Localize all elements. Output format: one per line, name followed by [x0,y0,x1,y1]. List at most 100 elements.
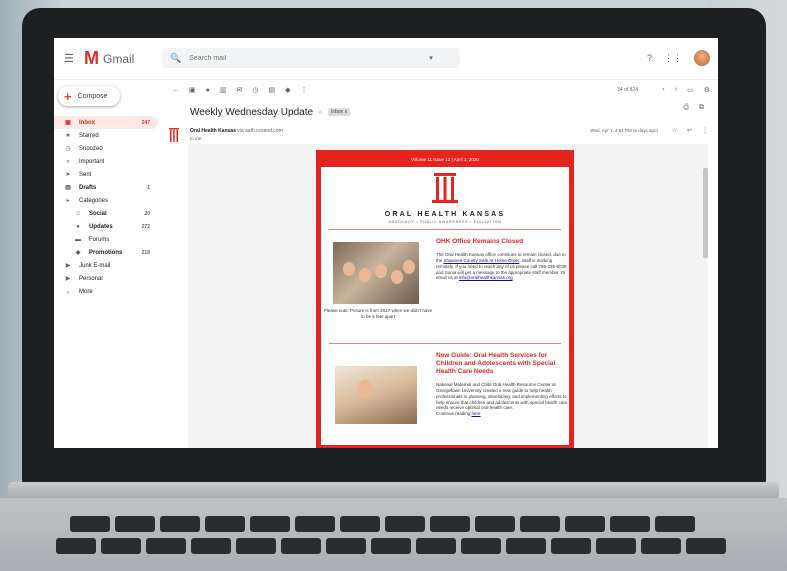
sidebar-item-social[interactable]: ☺ Social 20 [54,207,158,220]
staff-photo [333,242,419,304]
search-input[interactable] [189,54,430,62]
sidebar-item-more[interactable]: ⌄ More [54,285,158,298]
more-icon[interactable]: ⋮ [702,127,708,134]
open-new-window-icon[interactable]: ⧉ [699,104,704,112]
label-icon: ▸ [66,198,70,204]
sidebar-item-drafts[interactable]: ▤ Drafts 1 [54,181,158,194]
article-title: New Guide: Oral Health Services for Chil… [436,352,556,376]
article-new-guide: New Guide: Oral Health Services for Chil… [321,348,569,448]
sidebar-item-starred[interactable]: ★ Starred [54,129,158,142]
laptop-base [0,498,787,571]
delete-icon[interactable]: ▥ [220,86,227,94]
sidebar-item-personal[interactable]: ▶ Personal [54,272,158,285]
sidebar-item-label: Promotions [89,249,123,256]
print-icon[interactable]: ⎙ [683,104,689,112]
promotions-count: 218 [141,249,150,256]
article-text: National Maternal and Child Oral Health … [436,382,568,417]
sidebar-item-label: More [79,288,93,295]
sidebar-item-sent[interactable]: ➤ Sent [54,168,158,181]
chevron-down-icon: ⌄ [65,289,71,295]
page-title: Weekly Wednesday Update [190,106,314,118]
reply-icon[interactable]: ↩ [687,127,692,134]
help-icon[interactable]: ? [647,53,652,63]
scrollbar[interactable] [703,168,708,258]
sidebar-nav: ▣ Inbox 247 ★ Starred ◷ Snoozed » Import… [54,116,158,298]
email-link[interactable]: info@oralhealthkansas.org [459,275,513,280]
gmail-logo[interactable]: M Gmail [84,48,134,69]
sidebar-item-promotions[interactable]: ◆ Promotions 218 [54,246,158,259]
oral-health-kansas-logo [432,173,458,203]
email-body: Volume 11 Issue 13 | April 1, 2020 ORAL … [188,144,708,448]
people-icon: ☺ [74,210,82,217]
sidebar-item-label: Snoozed [79,145,103,152]
gmail-header: ☰ M Gmail 🔍 ▾ ? ⋮⋮ [54,38,718,80]
gmail-logo-text: Gmail [103,51,135,66]
inbox-icon: ▣ [65,120,71,126]
updates-count: 272 [141,223,150,230]
search-bar[interactable]: 🔍 ▾ [162,48,460,68]
sidebar-item-forums[interactable]: ▬ Forums [54,233,158,246]
important-icon: » [66,158,70,165]
newsletter: Volume 11 Issue 13 | April 1, 2020 ORAL … [316,150,574,448]
child-photo [335,366,417,424]
org-tagline: ADVOCACY • PUBLIC AWARENESS • EDUCATION [388,220,502,224]
archive-icon[interactable]: ▣ [189,86,196,94]
sidebar: + Compose ▣ Inbox 247 ★ Starred ◷ Snooze… [54,80,158,448]
prev-icon[interactable]: ‹ [662,86,664,94]
inbox-label-chip[interactable]: Inbox x [327,108,351,116]
header-actions: ? ⋮⋮ [647,50,710,66]
keyboard-icon[interactable]: ▭ [687,86,694,94]
unread-count: 247 [141,119,150,126]
org-name: ORAL HEALTH KANSAS [384,211,506,218]
sender-logo-icon [169,128,179,142]
move-to-icon[interactable]: ▤ [268,86,275,94]
sidebar-item-important[interactable]: » Important [54,155,158,168]
main-menu-icon[interactable]: ☰ [64,52,74,65]
snooze-icon[interactable]: ◷ [252,86,258,94]
important-marker-icon[interactable]: » [318,109,322,116]
labels-icon[interactable]: ◆ [285,86,290,94]
compose-button[interactable]: + Compose [58,86,120,106]
search-options-icon[interactable]: ▾ [429,54,433,62]
sidebar-item-junk[interactable]: ▶ Junk E-mail [54,259,158,272]
sender-name[interactable]: Oral Health Kansas via auth.ccsend.com [190,128,283,134]
avatar[interactable] [694,50,710,66]
sidebar-item-label: Categories [79,197,109,204]
sidebar-item-label: Updates [89,223,113,230]
continue-reading: Continue reading [436,411,472,417]
recipient-details[interactable]: to me [190,136,201,141]
sidebar-item-snoozed[interactable]: ◷ Snoozed [54,142,158,155]
sidebar-item-updates[interactable]: ● Updates 272 [54,220,158,233]
sender-name-text: Oral Health Kansas [190,128,236,134]
draft-count: 1 [147,184,150,191]
more-actions-icon[interactable]: ⋮ [300,86,307,94]
gmail-m-icon: M [84,48,99,68]
sidebar-item-categories[interactable]: ▸ Categories [54,194,158,207]
pager-count: 34 of 824 [617,87,638,93]
article-text: The Oral Health Kansas office continues … [436,252,568,281]
send-icon: ➤ [65,172,71,178]
article-text-body: National Maternal and Child Oral Health … [436,382,568,411]
divider [329,229,561,230]
safe-at-home-link[interactable]: Shawnee County Safe At Home Order [444,258,520,263]
next-icon[interactable]: › [675,86,677,94]
report-spam-icon[interactable]: ● [206,87,210,94]
message-date: Wed, Apr 1, 4:51 PM (6 days ago) [590,128,658,133]
subject-tools: ⎙ ⧉ [683,104,704,112]
apps-grid-icon[interactable]: ⋮⋮ [664,53,682,64]
here-link[interactable]: here [472,411,481,416]
back-icon[interactable]: ← [172,87,179,94]
star-icon: ★ [65,133,71,139]
article-office-closed: Please note: Picture is from 2017 when w… [321,234,569,339]
sidebar-item-label: Social [89,210,107,217]
sidebar-item-label: Drafts [79,184,97,191]
search-icon[interactable]: 🔍 [170,53,181,64]
sidebar-item-label: Forums [89,236,110,243]
star-icon[interactable]: ☆ [672,127,677,134]
settings-gear-icon[interactable]: ⚙ [704,86,710,94]
sidebar-item-inbox[interactable]: ▣ Inbox 247 [54,116,158,129]
plus-icon: + [64,88,72,104]
sidebar-item-label: Inbox [79,119,95,126]
clock-icon: ◷ [65,146,71,152]
mark-unread-icon[interactable]: ✉ [236,86,242,94]
